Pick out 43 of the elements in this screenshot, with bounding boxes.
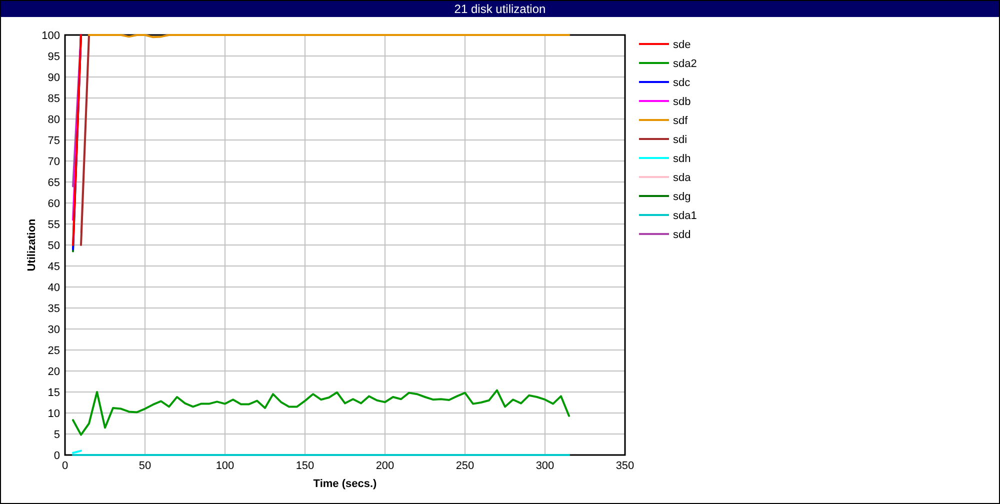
tick-label: 350 [616,460,634,472]
tick-label: 5 [54,429,60,441]
tick-label: 10 [48,408,60,420]
tick-label: 55 [48,219,60,231]
legend-label: sdg [673,191,691,203]
tick-label: 150 [296,460,314,472]
tick-label: 15 [48,387,60,399]
legend-label: sdi [673,134,688,146]
tick-label: 50 [48,240,60,252]
legend-label: sdh [673,153,691,165]
legend-label: sda1 [673,210,697,222]
tick-label: 45 [48,261,60,273]
tick-label: 50 [138,460,152,472]
legend-label: sde [673,39,691,51]
tick-label: 100 [216,460,234,472]
tick-label: 30 [48,324,60,336]
legend-label: sdd [673,229,691,241]
tick-label: 300 [536,460,554,472]
legend-label: sdb [673,96,691,108]
tick-label: 90 [48,72,60,84]
tick-label: 60 [48,198,60,210]
tick-label: 80 [48,114,60,126]
tick-label: 95 [48,51,60,63]
axis-title: Time (secs.) [313,478,377,490]
tick-label: 65 [48,177,60,189]
tick-label: 200 [376,460,394,472]
legend-label: sda [673,172,691,184]
legend-label: sda2 [673,58,697,70]
tick-label: 85 [48,93,60,105]
tick-label: 35 [48,303,60,315]
legend-label: sdf [673,115,688,127]
legend-label: sdc [673,77,690,89]
tick-label: 0 [62,460,68,472]
tick-label: 0 [54,450,60,462]
tick-label: 40 [48,282,60,294]
tick-label: 250 [456,460,474,472]
tick-label: 20 [48,366,60,378]
tick-label: 100 [42,30,60,42]
tick-label: 70 [48,156,60,168]
tick-label: 75 [48,135,60,147]
tick-label: 25 [48,345,60,357]
chart-title: 21 disk utilization [454,1,546,17]
axis-title: Utilization [26,218,38,272]
